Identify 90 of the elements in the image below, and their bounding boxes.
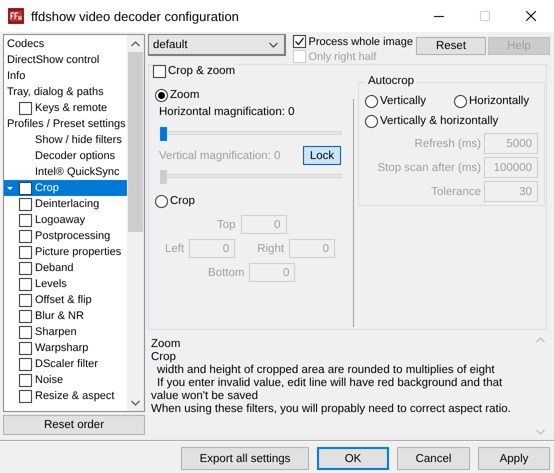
checkbox[interactable] (19, 310, 32, 322)
header-button[interactable]: Reset (416, 37, 486, 55)
checkbox[interactable] (19, 262, 32, 274)
reset-order-button[interactable]: Reset order (3, 415, 145, 435)
checkbox[interactable] (153, 64, 166, 78)
dialog-button[interactable]: OK (317, 447, 389, 470)
checkbox[interactable] (19, 374, 32, 386)
profile-dropdown[interactable]: default (148, 34, 286, 56)
tree-item[interactable]: Resize & aspect (4, 388, 127, 404)
radio-button[interactable] (365, 114, 378, 128)
tree-item[interactable]: Info (4, 68, 127, 84)
tree-item[interactable]: Postprocessing (4, 228, 127, 244)
checkbox[interactable] (19, 358, 32, 370)
checkbox[interactable] (19, 182, 32, 194)
radio-button[interactable] (155, 88, 168, 102)
radio-label: Crop (170, 195, 195, 207)
checkbox[interactable] (19, 326, 32, 338)
radio-label: Vertically & horizontally (380, 115, 498, 127)
field-label: Left (165, 242, 184, 254)
radio-label: Zoom (170, 89, 200, 101)
description-text: If you enter invalid value, edit line will have red background and that value won't be saved (151, 376, 504, 403)
tree-item[interactable]: Offset & flip (4, 292, 127, 308)
radio-button[interactable] (155, 194, 168, 208)
tree-item[interactable]: Warpsharp (4, 340, 127, 356)
scroll-down-icon (131, 400, 140, 406)
checkbox[interactable] (19, 294, 32, 306)
tree-item[interactable]: Sharpen (4, 324, 127, 340)
tree-item[interactable]: Intel® QuickSync (4, 164, 127, 180)
tree-item[interactable]: Crop (4, 180, 127, 196)
scroll-up-icon (536, 336, 545, 343)
app-logo-icon (8, 8, 24, 24)
checkbox[interactable] (19, 214, 32, 226)
description-text: width and height of cropped area are rounded to multiplies of eight (156, 364, 496, 377)
checkbox[interactable] (19, 102, 32, 114)
checkbox[interactable] (19, 342, 32, 354)
checkbox[interactable] (19, 278, 32, 290)
checkbox[interactable] (19, 198, 32, 210)
lock-button[interactable]: Lock (303, 146, 341, 165)
slider-thumb[interactable] (160, 127, 167, 141)
tree-item[interactable]: Profiles / Preset settings (4, 116, 127, 132)
description-text: When using these filters, you will propably need to correct aspect ratio. (151, 402, 512, 416)
slider-label: Vertical magnification: 0 (159, 150, 280, 162)
slider[interactable] (159, 126, 345, 140)
radio-button[interactable] (454, 94, 467, 108)
checkbox-label: Process whole image (308, 36, 414, 48)
window-title: ffdshow video decoder configuration (31, 8, 240, 24)
caret-icon (269, 42, 278, 48)
checkbox[interactable] (19, 230, 32, 242)
dialog-button[interactable]: Cancel (397, 447, 470, 470)
checkbox[interactable] (19, 390, 32, 402)
dialog-button[interactable]: Apply (478, 447, 550, 470)
tree-item[interactable]: Picture properties (4, 244, 127, 260)
tree-item[interactable]: Show / hide filters (4, 132, 127, 148)
field-label: Tolerance (431, 186, 481, 198)
field-label: Stop scan after (ms) (377, 162, 481, 174)
checkbox[interactable] (19, 246, 32, 258)
radio-label: Vertically (380, 95, 426, 107)
radio-label: Horizontally (469, 95, 530, 107)
close-icon (526, 11, 536, 21)
slider[interactable] (159, 169, 345, 183)
checkbox-label: Crop & zoom (168, 65, 236, 77)
checkbox-label: Only right half (308, 50, 376, 62)
radio-button[interactable] (365, 94, 378, 108)
tree-item[interactable]: Deband (4, 260, 127, 276)
scroll-up-icon (131, 40, 140, 46)
dialog-button[interactable]: Export all settings (181, 447, 309, 470)
slider-label: Horizontal magnification: 0 (159, 106, 296, 120)
description-text: Zoom (151, 338, 182, 351)
field-label: Refresh (ms) (414, 138, 481, 150)
tree-item[interactable]: Decoder options (4, 148, 127, 164)
tree-item[interactable]: Deinterlacing (4, 196, 127, 212)
field-label: Top (217, 218, 236, 230)
expand-arrow-icon (6, 184, 14, 192)
maximize-icon (480, 11, 490, 21)
checkbox[interactable] (293, 35, 306, 48)
tree-item[interactable]: Logoaway (4, 212, 127, 228)
scrollbar[interactable] (127, 35, 144, 411)
description-text: Crop (151, 350, 177, 364)
tree-item[interactable]: Tray, dialog & paths (4, 84, 127, 100)
tree-item[interactable]: Codecs (4, 36, 127, 52)
tree-item[interactable]: Blur & NR (4, 308, 127, 324)
group-title: Autocrop (366, 75, 416, 87)
tree-item[interactable]: Noise (4, 372, 127, 388)
scroll-down-icon (536, 429, 545, 435)
tree-item[interactable]: Keys & remote (4, 100, 127, 116)
field-label: Right (257, 242, 284, 254)
tree-item[interactable]: DirectShow control (4, 52, 127, 68)
field-label: Bottom (208, 266, 244, 278)
tree-item[interactable]: Levels (4, 276, 127, 292)
tree-item[interactable]: DScaler filter (4, 356, 127, 372)
